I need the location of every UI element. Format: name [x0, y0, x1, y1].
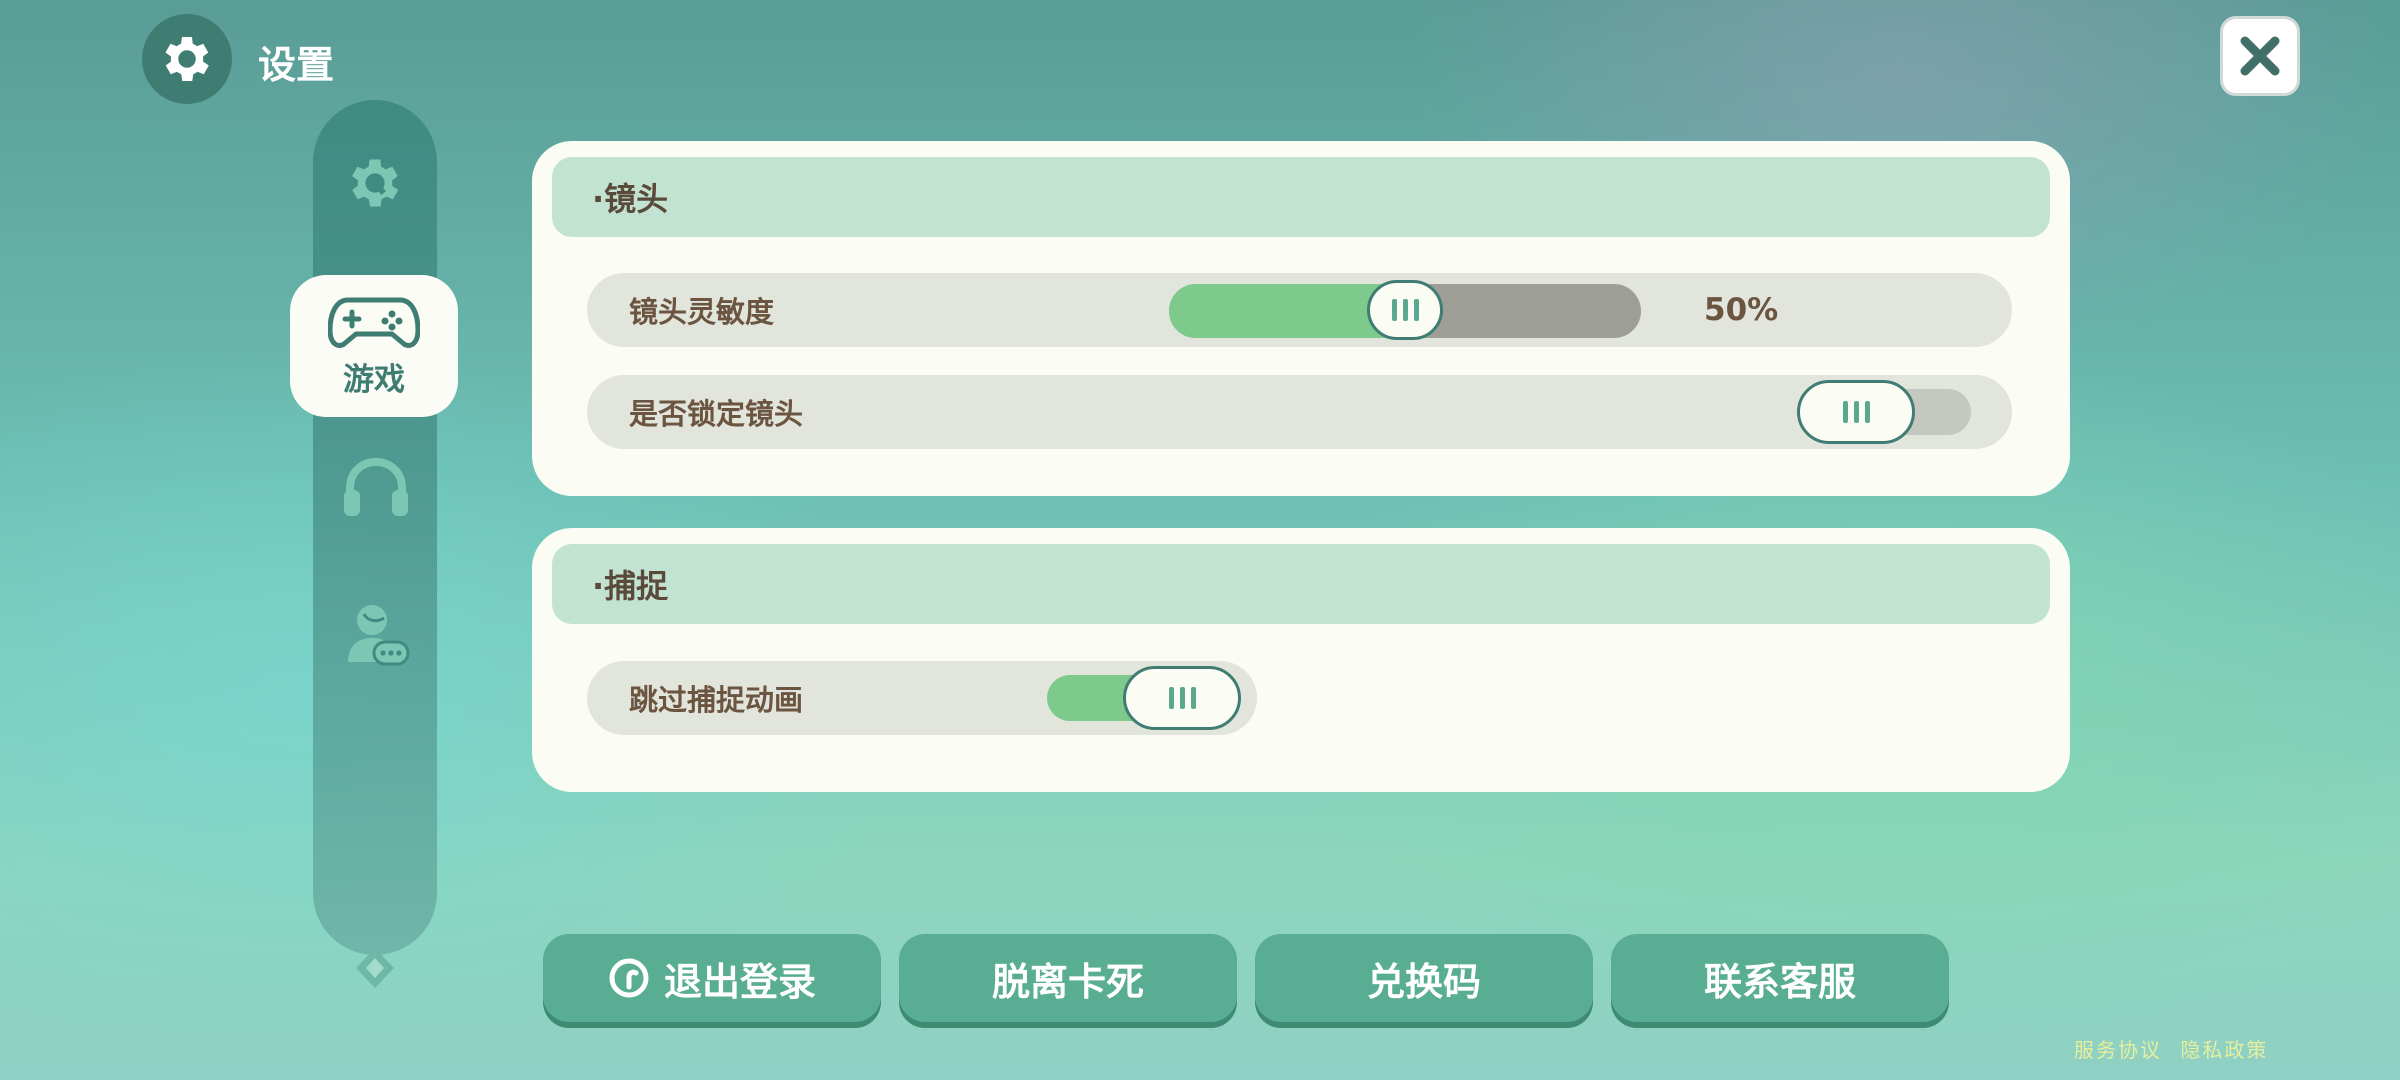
close-button[interactable]	[2220, 16, 2300, 96]
capture-panel: ·捕捉 跳过捕捉动画	[532, 528, 2070, 792]
sidebar	[313, 100, 437, 955]
gear-icon	[165, 37, 209, 81]
terms-link[interactable]: 服务协议	[2074, 1038, 2162, 1062]
sensitivity-row: 镜头灵敏度 50%	[587, 273, 2012, 347]
lock-camera-label: 是否锁定镜头	[629, 397, 804, 431]
headphones-icon	[344, 457, 408, 516]
logout-icon	[608, 957, 650, 999]
sidebar-item-general[interactable]	[340, 148, 410, 218]
capture-section-header: ·捕捉	[552, 544, 2050, 624]
gamepad-icon	[328, 297, 420, 348]
sidebar-item-game[interactable]: 游戏	[290, 275, 458, 417]
unstuck-label: 脱离卡死	[991, 959, 1144, 1004]
settings-header-icon	[142, 14, 232, 104]
lock-camera-row: 是否锁定镜头	[587, 375, 2012, 449]
footer-links: 服务协议 隐私政策	[2074, 1034, 2278, 1063]
lock-camera-toggle-knob[interactable]	[1797, 380, 1915, 444]
sidebar-end-ornament	[350, 944, 400, 994]
privacy-link[interactable]: 隐私政策	[2180, 1038, 2268, 1062]
camera-panel: ·镜头 镜头灵敏度 50% 是否锁定镜头	[532, 141, 2070, 496]
sensitivity-label: 镜头灵敏度	[629, 295, 775, 329]
camera-section-header: ·镜头	[552, 157, 2050, 237]
skip-animation-label: 跳过捕捉动画	[629, 683, 804, 717]
user-chat-icon	[348, 605, 410, 666]
diamond-ornament-icon	[356, 948, 394, 988]
contact-support-button[interactable]: 联系客服	[1611, 934, 1949, 1022]
redeem-code-button[interactable]: 兑换码	[1255, 934, 1593, 1022]
skip-animation-row: 跳过捕捉动画	[587, 661, 1257, 735]
sidebar-item-label: 游戏	[343, 361, 405, 398]
logout-button[interactable]: 退出登录	[543, 934, 881, 1022]
gear-wrench-icon	[352, 159, 399, 207]
sensitivity-value: 50%	[1704, 292, 1779, 328]
close-icon	[2240, 36, 2280, 76]
skip-animation-toggle-knob[interactable]	[1123, 666, 1241, 730]
contact-support-label: 联系客服	[1703, 959, 1856, 1004]
unstuck-button[interactable]: 脱离卡死	[899, 934, 1237, 1022]
sensitivity-slider-handle[interactable]	[1367, 280, 1443, 340]
page-title: 设置	[258, 43, 335, 87]
sidebar-item-audio[interactable]	[336, 452, 416, 522]
sidebar-item-account[interactable]	[340, 598, 414, 670]
redeem-code-label: 兑换码	[1366, 959, 1481, 1004]
logout-label: 退出登录	[663, 959, 816, 1004]
